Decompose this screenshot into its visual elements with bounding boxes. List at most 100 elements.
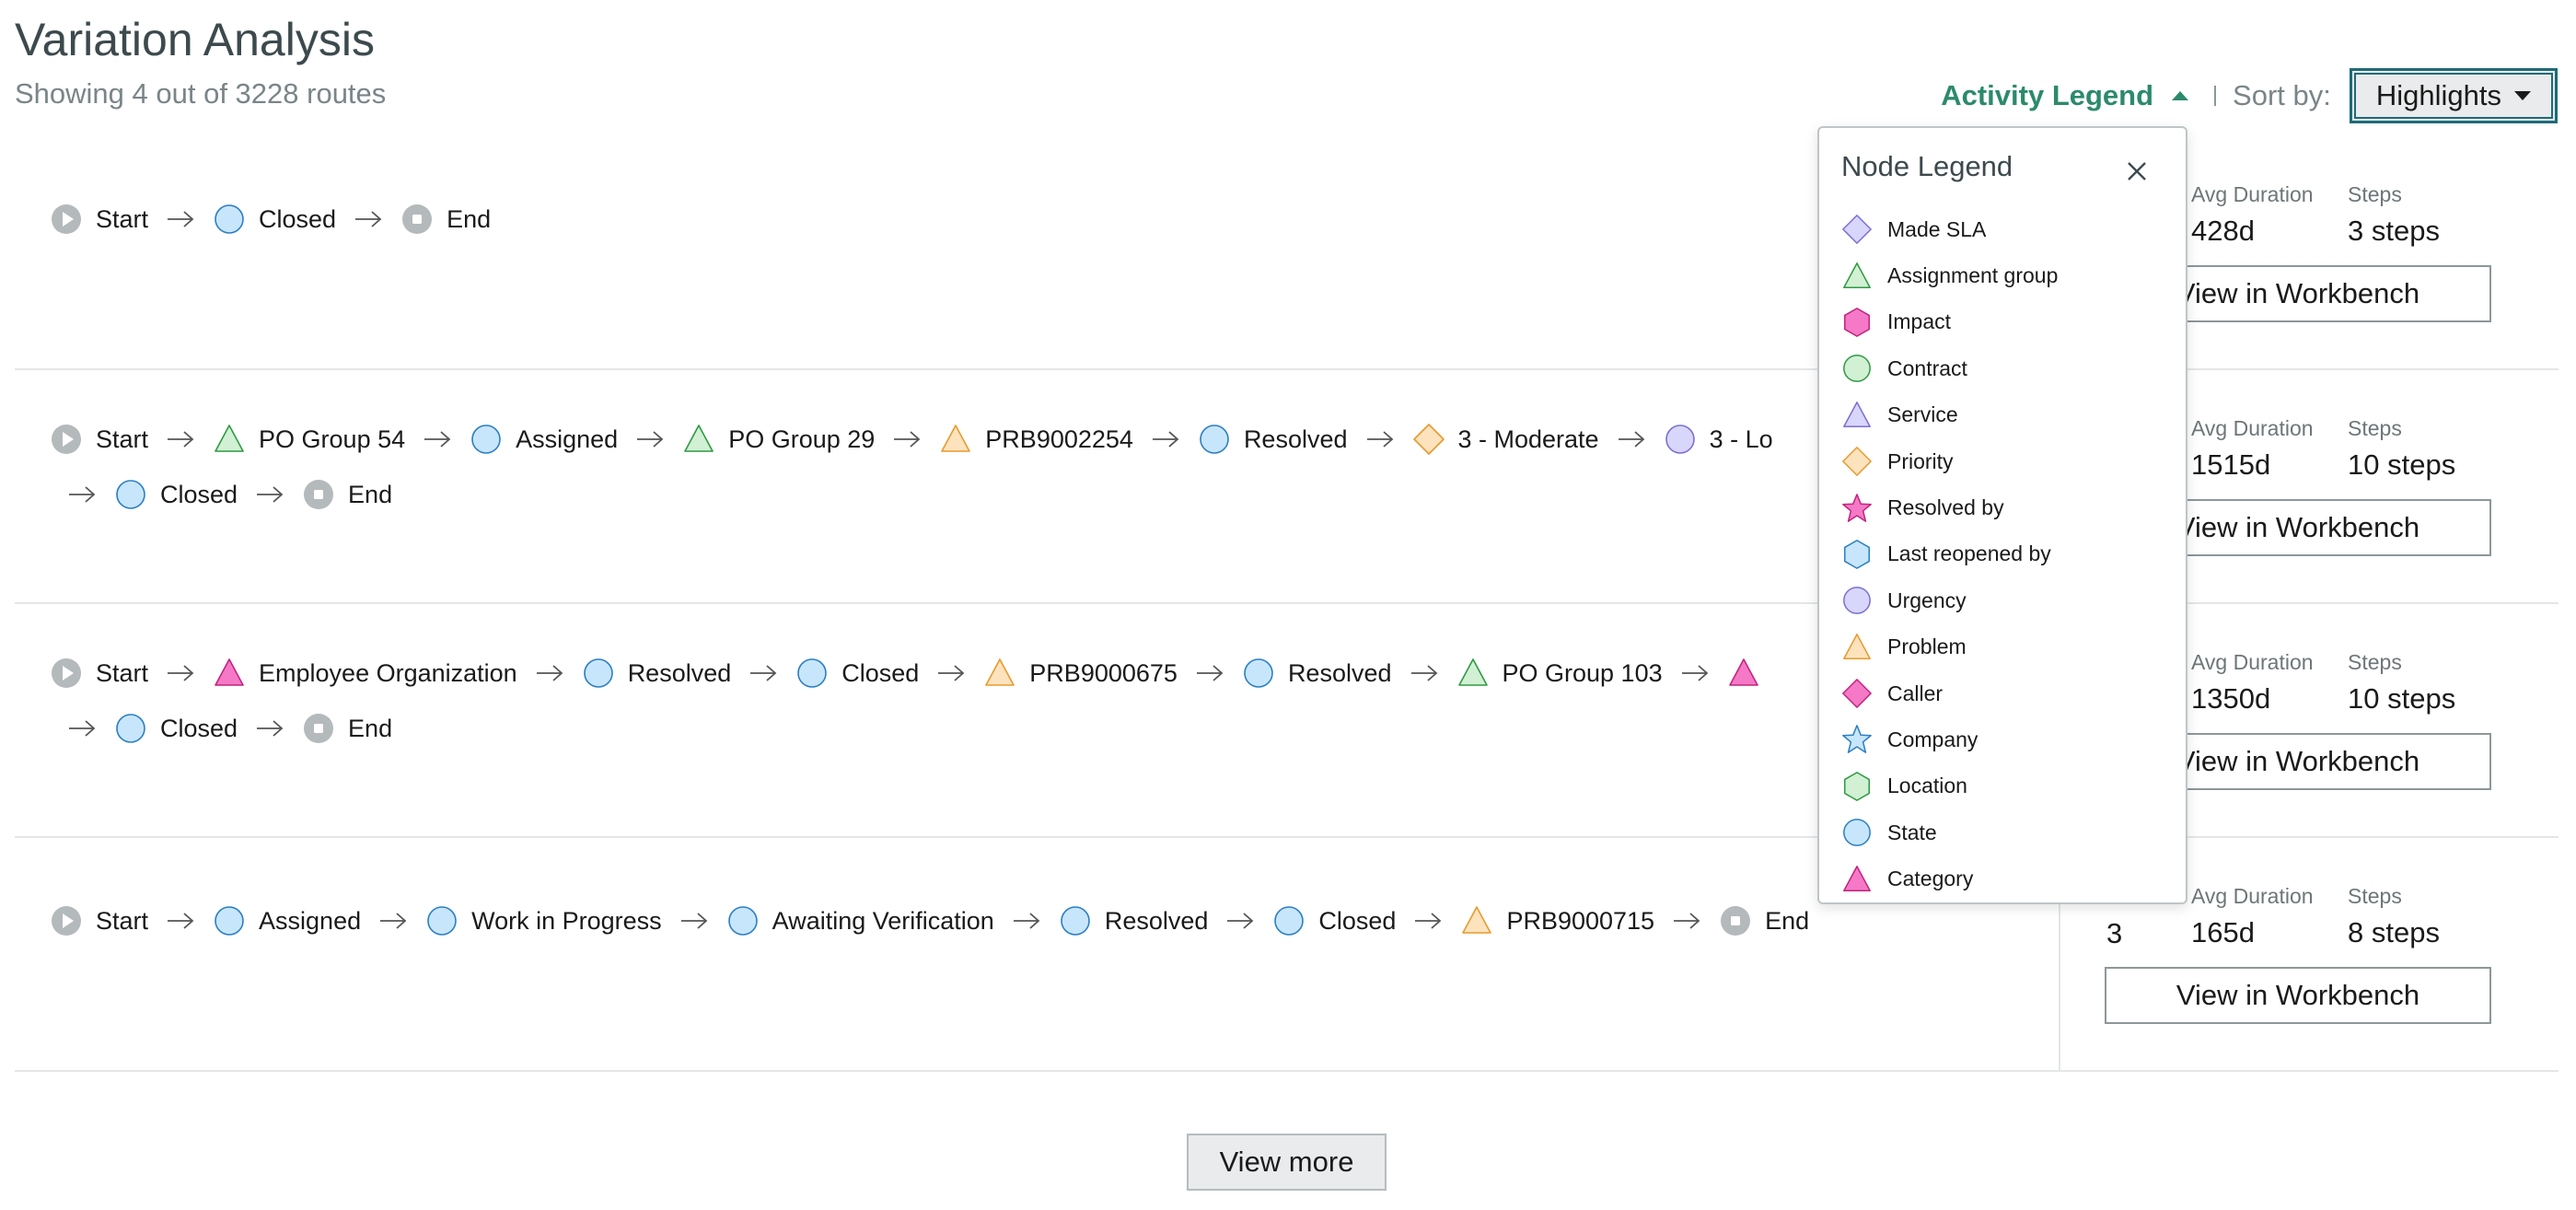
- legend-item-label: Resolved by: [1887, 495, 2004, 520]
- circle-icon: [215, 906, 244, 936]
- route-node-label: Assigned: [516, 425, 619, 453]
- route-node: PRB9000675: [983, 657, 1178, 690]
- steps-label: Steps: [2348, 416, 2402, 440]
- route-node: End: [1719, 904, 1809, 937]
- arrow-right-icon: [1599, 428, 1664, 450]
- route-node-label: PRB9002254: [985, 425, 1133, 453]
- legend-item-label: Assignment group: [1887, 263, 2059, 288]
- hexagon-icon: [1844, 540, 1870, 569]
- route-node-label: PRB9000715: [1506, 906, 1655, 935]
- circle-icon: [1843, 587, 1871, 615]
- arrow-right-icon: [148, 910, 213, 932]
- route-node: Awaiting Verification: [726, 904, 994, 937]
- end-icon: [304, 480, 334, 509]
- route-node: Start: [50, 904, 148, 937]
- route-path: Start Closed End: [50, 192, 2057, 247]
- route-node: Closed: [213, 203, 336, 236]
- arrow-right-icon: [1133, 428, 1198, 450]
- route-node-label: PO Group 29: [728, 425, 876, 453]
- route-node: Resolved: [1242, 657, 1392, 690]
- route-node-label: Resolved: [1243, 425, 1348, 453]
- route-node: Start: [50, 657, 148, 690]
- route-node: End: [302, 712, 392, 745]
- triangle-icon: [1843, 865, 1871, 891]
- route-path-line: Start PO Group 54 Assigned PO Group 29 PRB90…: [50, 412, 2057, 467]
- route-node-label: Start: [96, 204, 149, 233]
- steps-label: Steps: [2348, 884, 2402, 908]
- circle-icon: [116, 480, 145, 509]
- legend-item-label: Priority: [1887, 448, 1954, 473]
- legend-item: Impact: [1841, 299, 2058, 345]
- arrow-right-icon: [1208, 910, 1272, 932]
- route-node-label: End: [447, 204, 492, 233]
- circle-icon: [1244, 658, 1273, 688]
- close-icon[interactable]: [2123, 157, 2151, 185]
- legend-item-label: Last reopened by: [1887, 541, 2051, 566]
- route-node: Start: [50, 203, 148, 236]
- route-node-label: Work in Progress: [471, 906, 662, 935]
- circle-icon: [1843, 819, 1871, 847]
- arrow-right-icon: [1392, 662, 1456, 684]
- circle-icon: [1843, 355, 1871, 383]
- arrow-right-icon: [517, 662, 582, 684]
- avg-duration-value: 1515d: [2191, 448, 2271, 481]
- route-node: 3 - Moderate: [1412, 423, 1599, 456]
- star-icon: [1842, 493, 1872, 522]
- triangle-icon: [1843, 401, 1871, 427]
- node-legend-panel: Node Legend Made SLA Assignment group Impa…: [1817, 126, 2187, 904]
- circle-icon: [1274, 906, 1305, 936]
- legend-item: Category: [1841, 855, 2058, 902]
- toolbar-divider: [2214, 86, 2217, 106]
- circle-icon: [215, 204, 244, 234]
- route-node-label: Start: [96, 658, 149, 687]
- route-node: Resolved: [582, 657, 731, 690]
- route-node-label: Closed: [160, 714, 238, 742]
- legend-item-label: Company: [1887, 727, 1978, 751]
- route-node-label: Closed: [160, 480, 238, 508]
- steps-label: Steps: [2348, 650, 2402, 674]
- arrow-right-icon: [50, 483, 114, 506]
- route-node: Assigned: [470, 423, 618, 456]
- route-path-line: Closed End: [50, 701, 2057, 756]
- route-path: Start Employee Organization Resolved Closed…: [50, 646, 2057, 756]
- view-more-button[interactable]: View more: [1187, 1134, 1387, 1191]
- avg-duration-value: 165d: [2191, 916, 2255, 948]
- route-node: Resolved: [1198, 423, 1348, 456]
- arrow-right-icon: [336, 208, 400, 230]
- route-node: [1727, 657, 1773, 690]
- legend-item-label: Caller: [1887, 681, 1944, 705]
- activity-legend-toggle[interactable]: Activity Legend: [1941, 79, 2189, 112]
- arrow-right-icon: [662, 910, 726, 932]
- avg-duration-label: Avg Duration: [2191, 884, 2314, 908]
- legend-item: Service: [1841, 392, 2058, 438]
- view-in-workbench-button[interactable]: View in Workbench: [2105, 967, 2491, 1024]
- sort-label: Sort by:: [2233, 79, 2331, 111]
- arrow-right-icon: [994, 910, 1059, 932]
- route-node-label: 3 - Moderate: [1457, 425, 1599, 453]
- route-node-label: Closed: [1318, 906, 1397, 935]
- route-node-label: Assigned: [259, 906, 362, 935]
- start-icon: [52, 425, 81, 454]
- start-icon: [52, 658, 81, 688]
- legend-item: Assignment group: [1841, 252, 2058, 298]
- arrow-right-icon: [361, 910, 425, 932]
- route-node-label: PO Group 54: [259, 425, 406, 453]
- route-node: End: [302, 478, 392, 511]
- arrow-right-icon: [148, 662, 213, 684]
- routes-count-subtitle: Showing 4 out of 3228 routes: [15, 77, 387, 110]
- legend-item-label: Problem: [1887, 634, 1967, 659]
- start-icon: [52, 906, 81, 936]
- arrow-right-icon: [919, 662, 983, 684]
- arrow-right-icon: [1396, 910, 1460, 932]
- route-node: Work in Progress: [425, 904, 662, 937]
- route-path-line: Start Employee Organization Resolved Closed…: [50, 646, 2057, 701]
- route-node-label: Closed: [841, 658, 920, 687]
- start-icon: [52, 204, 81, 234]
- sort-dropdown-button[interactable]: Highlights: [2349, 68, 2558, 123]
- arrow-right-icon: [875, 428, 939, 450]
- route-node-label: Awaiting Verification: [772, 906, 994, 935]
- triangle-icon: [1843, 262, 1871, 288]
- end-icon: [304, 714, 334, 743]
- legend-item-label: Made SLA: [1887, 216, 1987, 241]
- legend-item: Problem: [1841, 624, 2058, 670]
